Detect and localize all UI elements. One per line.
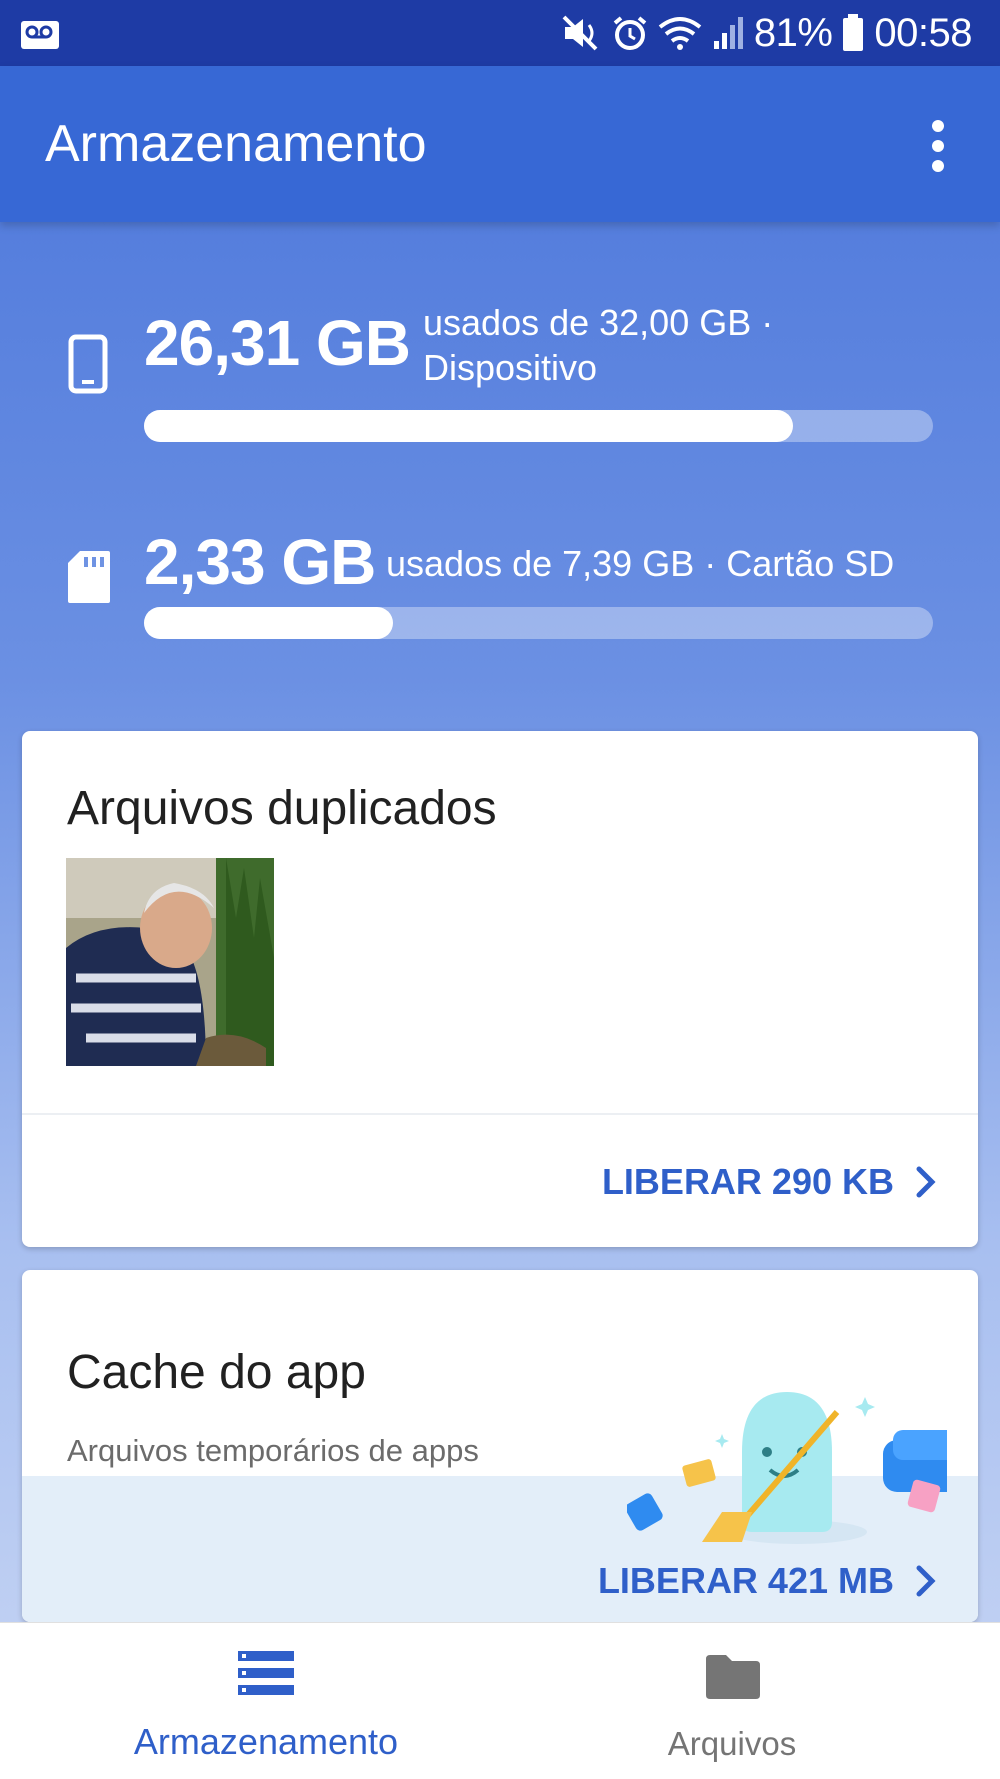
battery-icon [843,14,864,51]
sd-card-icon [68,551,110,603]
nav-label-storage: Armazenamento [133,1721,399,1762]
device-desc-line1: usados de 32,00 GB · [423,302,774,343]
sd-progress-bar [144,607,933,639]
sd-card-storage[interactable]: 2,33 GB usados de 7,39 GB · Cartão SD [0,515,1000,645]
clock: 00:58 [874,10,972,55]
wifi-icon [658,17,702,50]
storage-list-icon [238,1651,294,1695]
phone-icon [68,334,108,394]
sd-progress-fill [144,607,393,639]
more-vert-icon[interactable] [918,116,958,176]
app-cache-subtitle: Arquivos temporários de apps [67,1433,479,1468]
app-cache-title: Cache do app [67,1346,366,1399]
free-cache-button[interactable]: LIBERAR 421 MB [598,1560,936,1602]
chevron-right-icon [916,1166,936,1198]
duplicates-card[interactable]: Arquivos duplicados LIBERAR 290 KB [22,731,978,1247]
sd-desc: usados de 7,39 GB · Cartão SD [386,543,895,584]
cleaning-illustration [627,1392,947,1544]
battery-percent: 81% [753,10,833,55]
device-progress-bar [144,410,933,442]
app-cache-card[interactable]: Cache do app Arquivos temporários de app… [22,1270,978,1622]
device-progress-fill [144,410,793,442]
bottom-navigation: Armazenamento Arquivos [0,1622,1000,1779]
free-duplicates-button[interactable]: LIBERAR 290 KB [602,1161,936,1203]
app-bar: Armazenamento [0,66,1000,222]
signal-icon [713,17,743,49]
free-cache-label: LIBERAR 421 MB [597,1560,894,1601]
free-duplicates-label: LIBERAR 290 KB [601,1161,894,1202]
sd-used: 2,33 GB [144,526,376,598]
alarm-icon [613,16,647,50]
device-used: 26,31 GB [144,307,411,379]
voicemail-icon [21,21,59,49]
nav-label-files: Arquivos [667,1725,797,1762]
page-title: Armazenamento [45,115,427,173]
chevron-right-icon [916,1565,936,1597]
mute-icon [562,15,598,51]
device-storage[interactable]: 26,31 GB usados de 32,00 GB · Dispositiv… [0,290,1000,450]
card-divider [22,1113,978,1115]
device-desc-line2: Dispositivo [423,347,598,388]
folder-icon [706,1655,760,1699]
nav-item-files[interactable]: Arquivos [482,1623,982,1779]
nav-item-storage[interactable]: Armazenamento [16,1623,516,1779]
duplicates-title: Arquivos duplicados [67,782,497,835]
status-bar: 81% 00:58 [0,0,1000,66]
duplicate-photo-thumbnail[interactable] [66,858,274,1066]
